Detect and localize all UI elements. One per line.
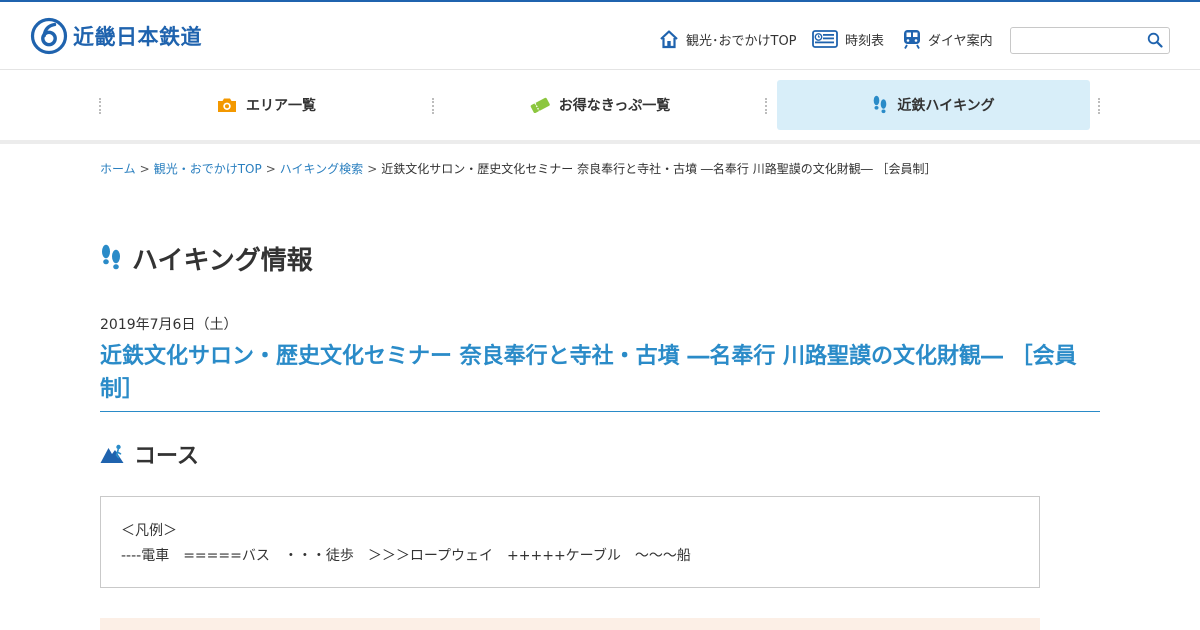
title-divider: [100, 411, 1100, 412]
page-heading: ハイキング情報: [100, 240, 313, 276]
nav-link-dia-info[interactable]: ダイヤ案内: [903, 28, 993, 50]
breadcrumb-link-hiking-search[interactable]: ハイキング検索: [280, 162, 363, 176]
breadcrumb-separator: >: [367, 162, 378, 176]
site-search: [1010, 27, 1170, 54]
mountain-walker-icon: [100, 444, 124, 463]
page-title: ハイキング情報: [132, 245, 313, 276]
search-icon: [1147, 32, 1163, 48]
breadcrumb-separator: >: [265, 162, 276, 176]
footprints-icon: [102, 244, 120, 270]
tab-discount-tickets[interactable]: お得なきっぷ一覧: [433, 80, 767, 144]
nav-divider: [0, 140, 1200, 144]
ticket-icon: [530, 97, 550, 113]
global-navigation: エリア一覧 お得なきっぷ一覧 近鉄ハイキング: [99, 80, 1100, 144]
tab-discount-tickets-label: お得なきっぷ一覧: [558, 98, 671, 114]
train-icon: [904, 30, 920, 49]
breadcrumb-separator: >: [139, 162, 150, 176]
camera-icon: [218, 98, 236, 112]
event-date: 2019年7月6日（土）: [100, 317, 238, 333]
nav-link-tour-top-label: 観光･おでかけTOP: [686, 33, 797, 49]
kintetsu-logo-icon: [30, 17, 68, 55]
nav-link-timetable-label: 時刻表: [845, 33, 885, 49]
nav-link-tour-top[interactable]: 観光･おでかけTOP: [659, 28, 797, 50]
timetable-icon: [812, 30, 838, 48]
legend-title: ＜凡例＞: [121, 523, 177, 539]
search-button[interactable]: [1145, 31, 1165, 51]
house-icon: [660, 30, 678, 49]
tab-kintetsu-hiking-label: 近鉄ハイキング: [897, 98, 995, 114]
kintetsu-logo[interactable]: 近畿日本鉄道: [30, 17, 202, 55]
course-heading-label: コース: [134, 444, 199, 469]
course-heading: コース: [100, 440, 199, 469]
footprints-icon: [874, 95, 887, 114]
nav-link-timetable[interactable]: 時刻表: [812, 28, 884, 50]
breadcrumb-link-home[interactable]: ホーム: [100, 162, 136, 176]
tab-area-list-label: エリア一覧: [246, 98, 316, 114]
tab-kintetsu-hiking[interactable]: 近鉄ハイキング: [767, 80, 1100, 144]
course-detail-panel: [100, 618, 1040, 630]
nav-link-dia-info-label: ダイヤ案内: [928, 33, 993, 49]
breadcrumb: ホーム > 観光・おでかけTOP > ハイキング検索 > 近鉄文化サロン・歴史文化セミナー …: [100, 160, 1110, 178]
event-title: 近鉄文化サロン・歴史文化セミナー 奈良奉行と寺社・古墳 ―名奉行 川路聖謨の文化…: [100, 344, 1077, 402]
breadcrumb-link-tour-top[interactable]: 観光・おでかけTOP: [154, 162, 262, 176]
legend-text: ----電車 =====バス ・・・徒歩 ＞＞＞ロープウェイ +++++ケーブル…: [121, 548, 691, 564]
logo-text: 近畿日本鉄道: [73, 25, 202, 49]
breadcrumb-current: 近鉄文化サロン・歴史文化セミナー 奈良奉行と寺社・古墳 ―名奉行 川路聖謨の文化…: [381, 162, 937, 176]
tab-area-list[interactable]: エリア一覧: [100, 80, 433, 144]
nav-separator: [1098, 98, 1100, 114]
site-header: 近畿日本鉄道 観光･おでかけTOP 時刻表 ダイヤ案内: [0, 2, 1200, 70]
course-legend: ＜凡例＞ ----電車 =====バス ・・・徒歩 ＞＞＞ロープウェイ ++++…: [100, 496, 1040, 588]
search-input[interactable]: [1011, 28, 1143, 53]
